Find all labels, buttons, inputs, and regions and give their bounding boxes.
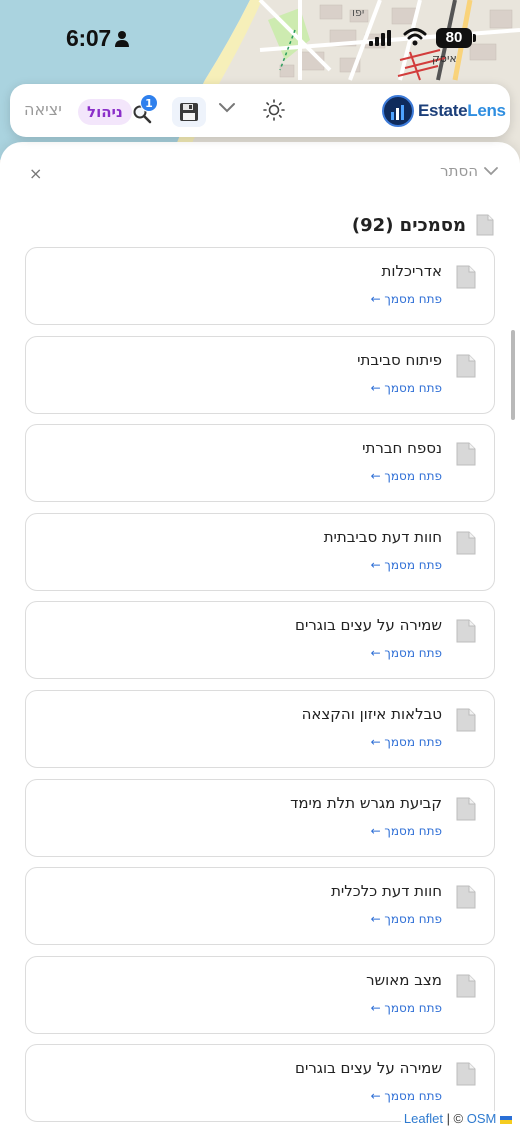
document-icon xyxy=(456,354,476,378)
leaflet-link[interactable]: Leaflet xyxy=(404,1111,443,1126)
document-card[interactable]: חוות דעת סביבתית פתח מסמך ← xyxy=(25,513,495,591)
battery-indicator: 80 xyxy=(436,28,472,48)
document-title: חוות דעת סביבתית xyxy=(323,528,442,546)
document-icon xyxy=(456,619,476,643)
open-document-link[interactable]: פתח מסמך ← xyxy=(371,1001,442,1015)
estatelens-logo-icon xyxy=(382,95,414,127)
osm-link[interactable]: OSM xyxy=(467,1111,497,1126)
document-title: חוות דעת כלכלית xyxy=(331,882,442,900)
open-document-link[interactable]: פתח מסמך ← xyxy=(371,558,442,572)
map-attribution: Leaflet | © OSM xyxy=(400,1111,515,1126)
panel-title: מסמכים (92) xyxy=(351,214,466,236)
open-document-link[interactable]: פתח מסמך ← xyxy=(371,912,442,926)
close-icon[interactable]: × xyxy=(29,164,42,183)
document-icon xyxy=(456,442,476,466)
admin-button[interactable]: ניהול xyxy=(78,99,132,125)
document-card[interactable]: נספח חברתי פתח מסמך ← xyxy=(25,424,495,502)
document-title: שמירה על עצים בוגרים xyxy=(295,1059,442,1077)
chevron-down-icon xyxy=(484,167,498,176)
logout-button[interactable]: יציאה xyxy=(24,100,62,119)
document-title: טבלאות איזון והקצאה xyxy=(301,705,442,723)
scrollbar[interactable] xyxy=(511,330,515,420)
open-document-link[interactable]: פתח מסמך ← xyxy=(371,735,442,749)
document-icon xyxy=(456,708,476,732)
document-card[interactable]: אדריכלות פתח מסמך ← xyxy=(25,247,495,325)
open-document-link[interactable]: פתח מסמך ← xyxy=(371,381,442,395)
document-card[interactable]: מצב מאושר פתח מסמך ← xyxy=(25,956,495,1034)
document-title: פיתוח סביבתי xyxy=(357,351,442,369)
chevron-down-icon[interactable] xyxy=(218,102,236,114)
person-icon xyxy=(115,31,129,47)
search-count-badge: 1 xyxy=(140,94,158,112)
floppy-disk-icon xyxy=(180,103,198,121)
documents-panel: × הסתר מסמכים (92) אדריכלות פתח מסמך ← פית… xyxy=(0,142,520,1129)
top-toolbar: יציאה ניהול EstateLens xyxy=(10,84,510,137)
document-card[interactable]: טבלאות איזון והקצאה פתח מסמך ← xyxy=(25,690,495,768)
document-card[interactable]: קביעת מגרש תלת מימד פתח מסמך ← xyxy=(25,779,495,857)
document-title: אדריכלות xyxy=(381,262,442,280)
document-icon xyxy=(456,885,476,909)
save-button[interactable] xyxy=(172,97,206,127)
document-card[interactable]: חוות דעת כלכלית פתח מסמך ← xyxy=(25,867,495,945)
document-icon xyxy=(456,265,476,289)
open-document-link[interactable]: פתח מסמך ← xyxy=(371,292,442,306)
logo-lens: Lens xyxy=(467,101,506,120)
panel-header: מסמכים (92) xyxy=(352,214,494,236)
document-icon xyxy=(456,1062,476,1086)
open-document-link[interactable]: פתח מסמך ← xyxy=(371,646,442,660)
document-title: שמירה על עצים בוגרים xyxy=(295,616,442,634)
document-icon xyxy=(456,974,476,998)
hide-panel-label: הסתר xyxy=(440,162,478,180)
open-document-link[interactable]: פתח מסמך ← xyxy=(371,824,442,838)
attribution-separator: | © xyxy=(442,1111,467,1126)
document-title: קביעת מגרש תלת מימד xyxy=(290,794,442,812)
document-title: נספח חברתי xyxy=(362,439,442,457)
wifi-icon xyxy=(403,28,427,46)
ukraine-flag-icon xyxy=(500,1115,512,1124)
document-icon xyxy=(476,214,494,236)
document-icon xyxy=(456,797,476,821)
open-document-link[interactable]: פתח מסמך ← xyxy=(371,1089,442,1103)
hide-panel-button[interactable]: הסתר xyxy=(440,162,498,180)
document-title: מצב מאושר xyxy=(366,971,442,989)
open-document-link[interactable]: פתח מסמך ← xyxy=(371,469,442,483)
app-logo-text: EstateLens xyxy=(418,101,506,121)
document-card[interactable]: פיתוח סביבתי פתח מסמך ← xyxy=(25,336,495,414)
document-icon xyxy=(456,531,476,555)
sun-icon[interactable] xyxy=(263,99,285,121)
status-time: 6:07 xyxy=(66,25,111,51)
battery-tip xyxy=(473,34,476,42)
status-bar: 6:07 80 xyxy=(0,0,520,80)
logo-estate: Estate xyxy=(418,101,468,120)
document-card[interactable]: שמירה על עצים בוגרים פתח מסמך ← xyxy=(25,601,495,679)
cellular-signal-icon xyxy=(369,30,391,46)
